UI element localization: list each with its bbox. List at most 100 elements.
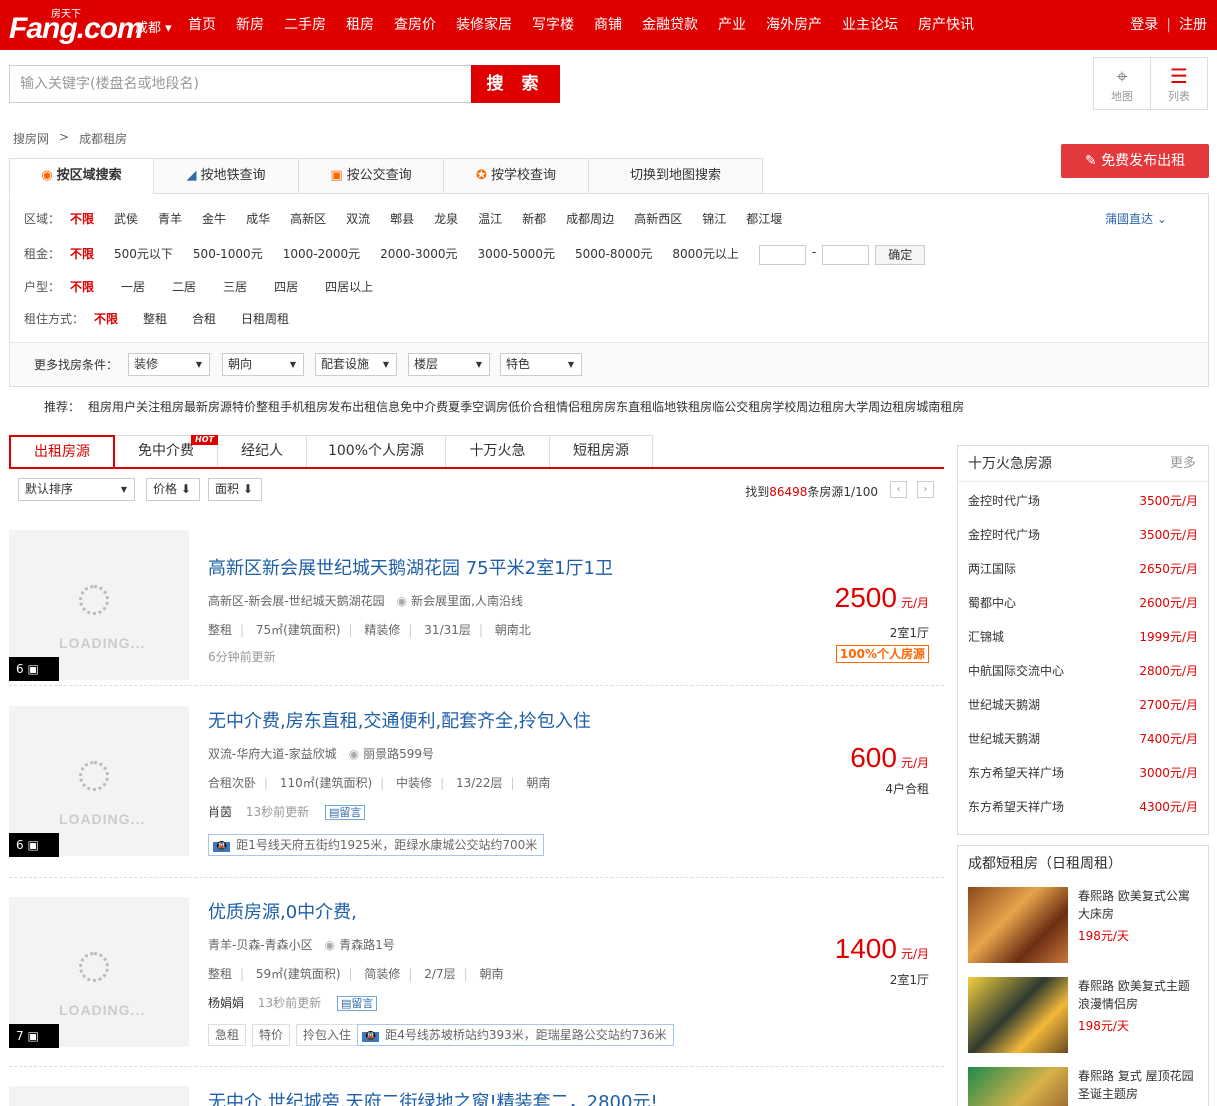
login-link[interactable]: 登录	[1130, 0, 1158, 50]
urgent-item[interactable]: 金控时代广场 3500元/月	[968, 526, 1198, 543]
rent-option[interactable]: 8000元以上	[672, 245, 739, 265]
more-districts-link[interactable]: 蒲國直达 ⌄	[1105, 210, 1167, 227]
district-option[interactable]: 龙泉	[434, 210, 458, 227]
rent-mode-option[interactable]: 合租	[192, 310, 216, 327]
room-option[interactable]: 四居以上	[325, 278, 373, 295]
tab-by-bus[interactable]: ▣ 按公交查询	[299, 158, 444, 194]
rent-mode-option[interactable]: 日租周租	[241, 310, 289, 327]
feature-dropdown[interactable]: 特色 ▼	[500, 353, 582, 376]
urgent-item[interactable]: 金控时代广场 3500元/月	[968, 492, 1198, 509]
recommend-link[interactable]: 低价合租	[508, 398, 556, 415]
tab-by-school[interactable]: ✪ 按学校查询	[444, 158, 589, 194]
district-option[interactable]: 成华	[246, 210, 270, 227]
location-link[interactable]: 双流-华府大道-家益欣城	[208, 747, 337, 761]
more-link[interactable]: 更多	[1170, 446, 1196, 482]
next-page-button[interactable]: ›	[917, 481, 934, 498]
room-option[interactable]: 三居	[223, 278, 247, 295]
location-link[interactable]: 青羊-贝森-青森小区	[208, 938, 313, 952]
short-rent-item[interactable]: 春熙路 复式 屋顶花园 圣诞主题房	[968, 1067, 1200, 1106]
nav-price-check[interactable]: 查房价	[384, 0, 446, 50]
agent-name[interactable]: 肖茵	[208, 805, 232, 819]
list-view-button[interactable]: ☰ 列表	[1150, 58, 1207, 109]
room-option[interactable]: 四居	[274, 278, 298, 295]
urgent-item[interactable]: 东方希望天祥广场 3000元/月	[968, 764, 1198, 781]
nav-decoration[interactable]: 装修家居	[446, 0, 522, 50]
area-sort-button[interactable]: 面积 ⬇	[208, 478, 262, 501]
facilities-dropdown[interactable]: 配套设施 ▼	[315, 353, 397, 376]
rent-option[interactable]: 500元以下	[114, 245, 173, 265]
recommend-link[interactable]: 房东直租	[604, 398, 652, 415]
agent-name[interactable]: 杨娟娟	[208, 996, 244, 1010]
breadcrumb-home[interactable]: 搜房网	[13, 130, 49, 147]
district-option[interactable]: 郫县	[390, 210, 414, 227]
listing-title[interactable]: 优质房源,0中介费,	[208, 898, 357, 924]
recommend-link[interactable]: 发布出租信息	[328, 398, 400, 415]
rent-option[interactable]: 2000-3000元	[380, 245, 457, 265]
search-input[interactable]: 输入关键字(楼盘名或地段名)	[9, 65, 471, 103]
nav-new-house[interactable]: 新房	[226, 0, 274, 50]
location-link[interactable]: 高新区-新会展-世纪城天鹅湖花园	[208, 594, 385, 608]
price-sort-button[interactable]: 价格 ⬇	[146, 478, 200, 501]
search-button[interactable]: 搜 索	[471, 65, 560, 103]
recommend-link[interactable]: 临公交租房	[712, 398, 772, 415]
recommend-link[interactable]: 情侣租房	[556, 398, 604, 415]
rent-option[interactable]: 5000-8000元	[575, 245, 652, 265]
breadcrumb-current[interactable]: 成都租房	[79, 130, 127, 147]
orientation-dropdown[interactable]: 朝向 ▼	[222, 353, 304, 376]
tab-map-search[interactable]: 切换到地图搜索	[589, 158, 763, 194]
rent-confirm-button[interactable]: 确定	[875, 245, 926, 265]
district-option[interactable]: 温江	[478, 210, 502, 227]
prev-page-button[interactable]: ‹	[890, 481, 907, 498]
listing-photo[interactable]: LOADING... 6 ▣	[9, 706, 189, 857]
tab-agents[interactable]: 经纪人	[218, 435, 307, 468]
recommend-link[interactable]: 学校周边租房	[772, 398, 844, 415]
district-option[interactable]: 青羊	[158, 210, 182, 227]
nav-finance[interactable]: 金融贷款	[632, 0, 708, 50]
recommend-link[interactable]: 临地铁租房	[652, 398, 712, 415]
listing-title[interactable]: 无中介费,房东直租,交通便利,配套齐全,拎包入住	[208, 707, 591, 733]
city-selector[interactable]: 成都 ▾	[135, 17, 172, 36]
tab-urgent[interactable]: 十万火急	[446, 435, 550, 468]
message-button[interactable]: ▤留言	[324, 805, 366, 820]
rent-option[interactable]: 不限	[70, 245, 94, 265]
listing-photo[interactable]	[9, 1086, 189, 1106]
rent-option[interactable]: 3000-5000元	[478, 245, 555, 265]
district-option[interactable]: 新都	[522, 210, 546, 227]
nav-rent[interactable]: 租房	[336, 0, 384, 50]
recommend-link[interactable]: 城南租房	[916, 398, 964, 415]
publish-rent-button[interactable]: ✎ 免费发布出租	[1061, 144, 1209, 178]
rent-option[interactable]: 500-1000元	[193, 245, 263, 265]
recommend-link[interactable]: 夏季空调房	[448, 398, 508, 415]
nav-office[interactable]: 写字楼	[522, 0, 584, 50]
tab-short-rent[interactable]: 短租房源	[550, 435, 653, 468]
recommend-link[interactable]: 特价整租	[232, 398, 280, 415]
rent-mode-option[interactable]: 整租	[143, 310, 167, 327]
tab-rental-listings[interactable]: 出租房源	[9, 435, 115, 469]
nav-forum[interactable]: 业主论坛	[832, 0, 908, 50]
district-option[interactable]: 成都周边	[566, 210, 614, 227]
nav-shops[interactable]: 商铺	[584, 0, 632, 50]
listing-photo[interactable]: LOADING... 7 ▣	[9, 897, 189, 1048]
rent-mode-option[interactable]: 不限	[94, 310, 118, 327]
site-logo[interactable]: 房天下 Fang.com	[9, 6, 144, 45]
recommend-link[interactable]: 免中介费	[400, 398, 448, 415]
recommend-link[interactable]: 手机租房	[280, 398, 328, 415]
listing-title[interactable]: 高新区新会展世纪城天鹅湖花园 75平米2室1厅1卫	[208, 554, 613, 580]
room-option[interactable]: 一居	[121, 278, 145, 295]
recommend-link[interactable]: 租房最新房源	[160, 398, 232, 415]
recommend-link[interactable]: 大学周边租房	[844, 398, 916, 415]
rent-option[interactable]: 1000-2000元	[283, 245, 360, 265]
default-sort-select[interactable]: 默认排序 ▼	[18, 478, 135, 501]
urgent-item[interactable]: 两江国际 2650元/月	[968, 560, 1198, 577]
district-option[interactable]: 高新西区	[634, 210, 682, 227]
listing-photo[interactable]: LOADING... 6 ▣	[9, 530, 189, 681]
nav-overseas[interactable]: 海外房产	[756, 0, 832, 50]
urgent-item[interactable]: 蜀都中心 2600元/月	[968, 594, 1198, 611]
nav-news[interactable]: 房产快讯	[908, 0, 984, 50]
decoration-dropdown[interactable]: 装修 ▼	[128, 353, 210, 376]
nav-industry[interactable]: 产业	[708, 0, 756, 50]
district-option[interactable]: 不限	[70, 210, 94, 227]
district-option[interactable]: 都江堰	[746, 210, 782, 227]
min-rent-input[interactable]	[758, 245, 806, 265]
urgent-item[interactable]: 世纪城天鹅湖 7400元/月	[968, 730, 1198, 747]
